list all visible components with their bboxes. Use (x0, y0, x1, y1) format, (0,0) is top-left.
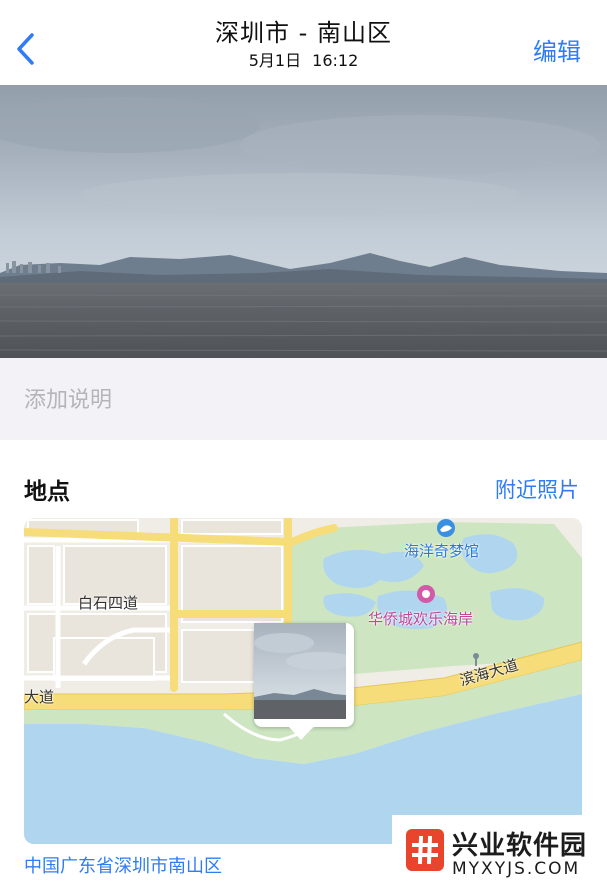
back-button[interactable] (10, 28, 42, 70)
location-title: 地点 (24, 479, 70, 505)
pin-thumbnail (254, 623, 350, 723)
edit-button[interactable]: 编辑 (533, 32, 581, 67)
main-photo[interactable] (0, 85, 607, 358)
address-link[interactable]: 中国广东省深圳市南山区 (24, 852, 222, 878)
hash-logo-icon (406, 829, 444, 871)
location-header: 地点 附近照片 (0, 440, 607, 518)
chevron-left-icon (17, 33, 34, 65)
nearby-photos-link[interactable]: 附近照片 (495, 474, 579, 504)
watermark-brand: 兴业软件园 (452, 831, 588, 861)
sea-landscape-image (0, 85, 607, 358)
map-label-baishi-road: 白石四道 (78, 594, 139, 612)
pin-pointer (288, 726, 314, 740)
title-block: 深圳市 - 南山区 5月1日 16:12 (0, 16, 607, 72)
caption-input[interactable] (24, 382, 584, 418)
location-map[interactable]: 白石四道 大道 滨海大道 海洋奇梦馆 华侨城欢乐海岸 (24, 518, 582, 844)
watermark-url: MYXYJS.COM (452, 859, 581, 879)
page-title: 深圳市 - 南山区 (215, 19, 392, 47)
date-time: 5月1日 16:12 (248, 51, 359, 70)
watermark: 兴业软件园 MYXYJS.COM (392, 815, 607, 890)
map-photo-pin[interactable] (254, 623, 354, 727)
nav-header: 深圳市 - 南山区 5月1日 16:12 编辑 (0, 0, 607, 85)
map-label-dadao-road: 大道 (24, 688, 55, 706)
caption-area (0, 358, 607, 440)
map-label-park: 华侨城欢乐海岸 (368, 610, 474, 628)
map-label-aquarium: 海洋奇梦馆 (404, 542, 480, 560)
photo-detail-screen: 深圳市 - 南山区 5月1日 16:12 编辑 添加说明 地点 附近照片 白石四… (0, 0, 607, 890)
